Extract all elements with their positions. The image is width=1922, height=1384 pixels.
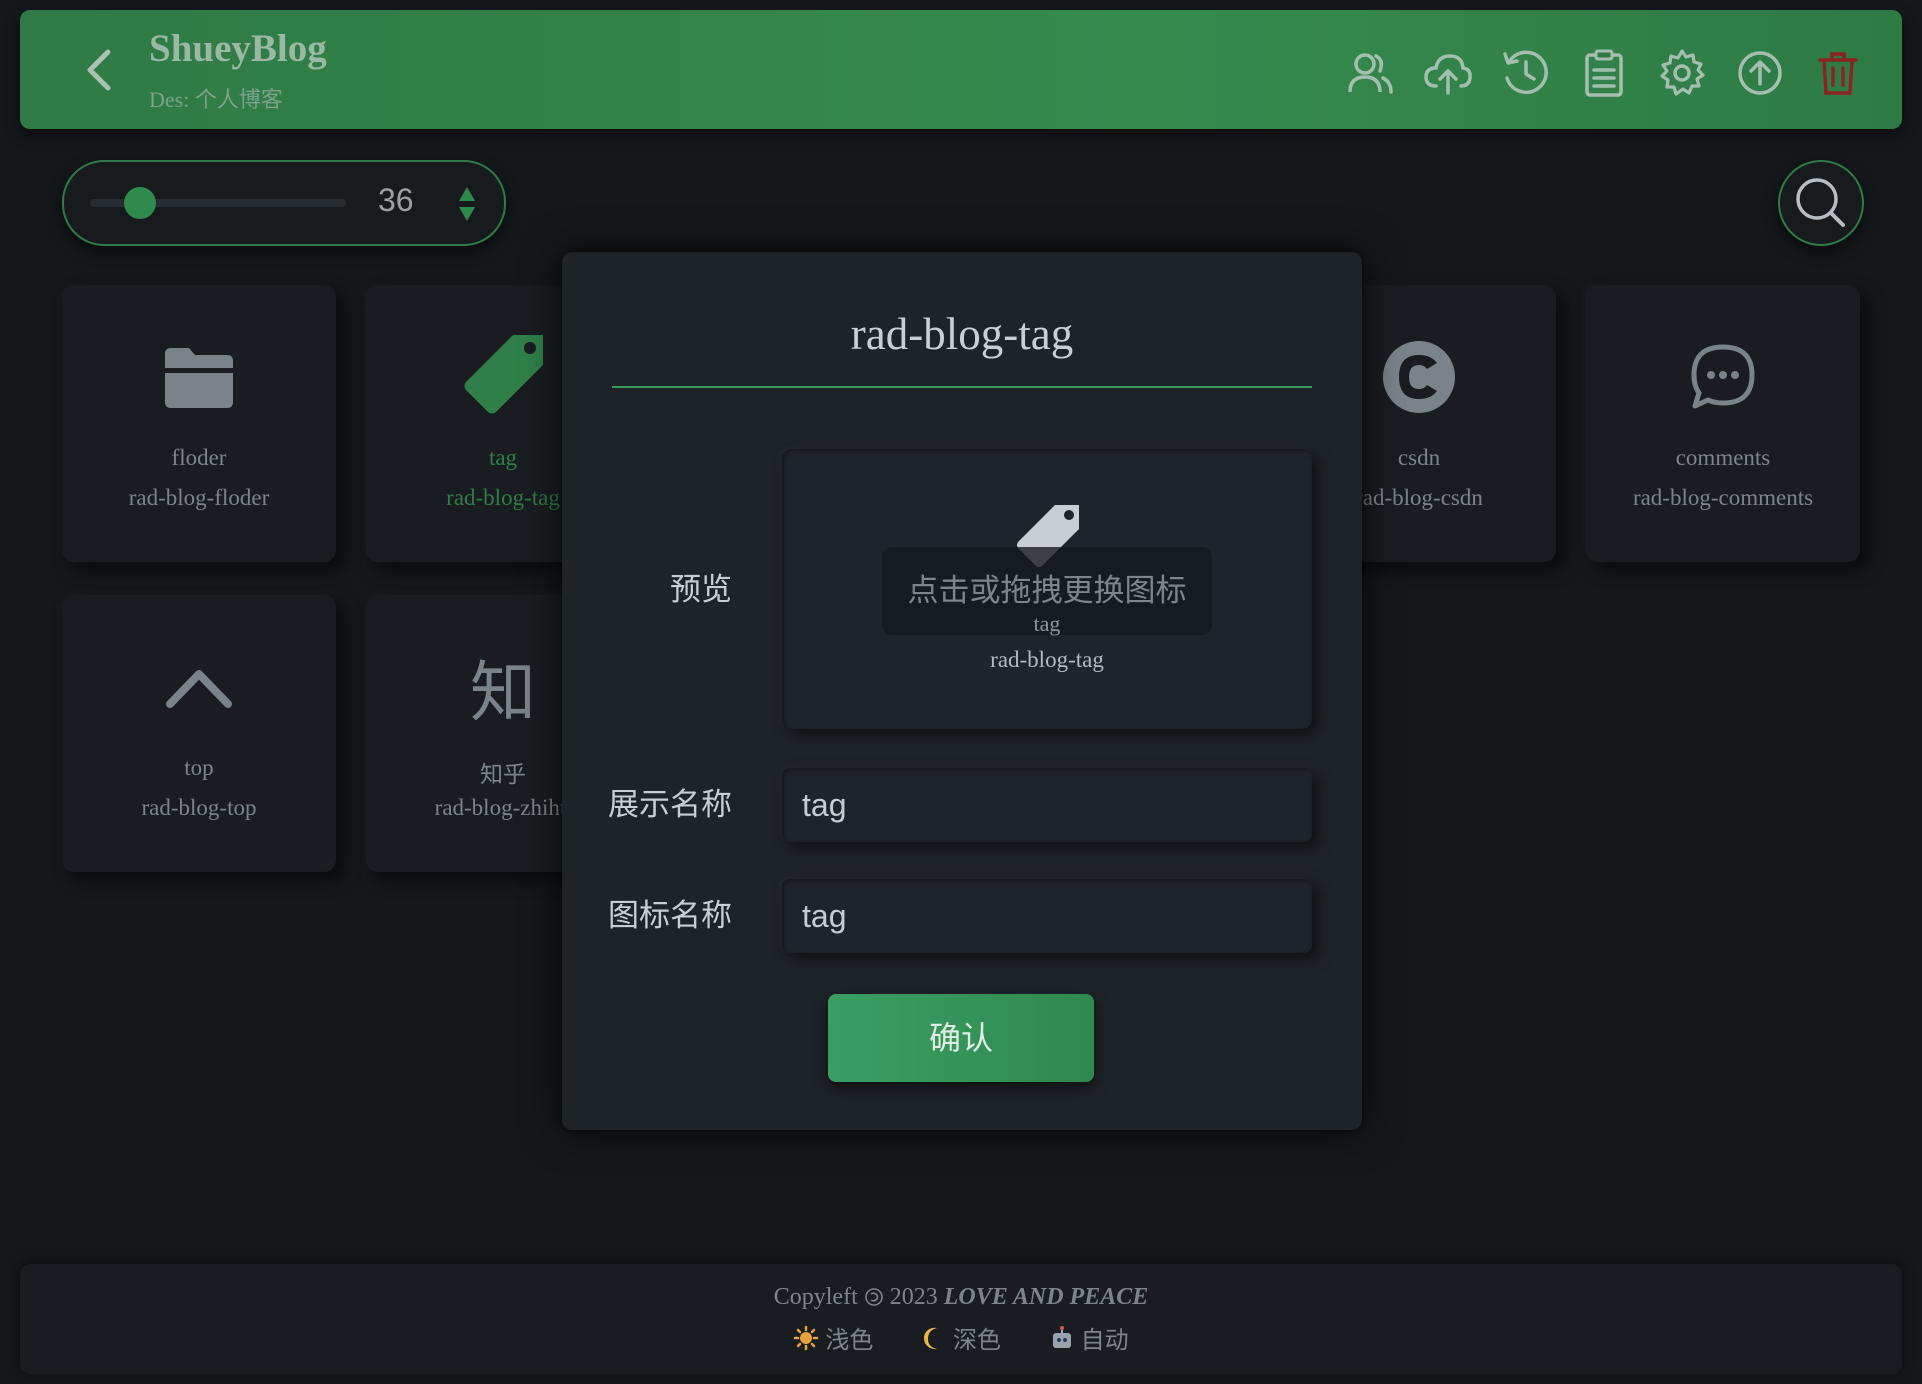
moon-icon	[924, 1327, 937, 1350]
search-icon	[1796, 178, 1845, 227]
icon-card-top[interactable]: top rad-blog-top	[62, 595, 336, 872]
theme-light-option[interactable]: 浅色	[793, 1325, 881, 1354]
top-bar: ShueyBlog Des: 个人博客	[20, 10, 1902, 129]
display-name-input[interactable]: tag	[782, 768, 1312, 842]
history-icon[interactable]	[1501, 48, 1551, 98]
upload-circle-icon[interactable]	[1735, 48, 1785, 98]
icon-size-value[interactable]: 36	[378, 182, 414, 219]
display-name-label: 展示名称	[608, 787, 732, 823]
icon-preview-dropzone[interactable]: 点击或拖拽更换图标 tag rad-blog-tag	[782, 449, 1312, 729]
blog-title: ShueyBlog	[149, 27, 327, 70]
cloud-upload-icon[interactable]	[1423, 48, 1473, 98]
trash-icon[interactable]	[1813, 48, 1863, 98]
card-name: floder	[171, 445, 227, 470]
icon-card-floder[interactable]: floder rad-blog-floder	[62, 285, 336, 562]
preview-icon-name: rad-blog-tag	[990, 647, 1104, 672]
theme-dark-label: 深色	[953, 1326, 1001, 1354]
folder-icon	[165, 348, 233, 408]
icon-name-label: 图标名称	[608, 898, 732, 934]
theme-switcher: 浅色 深色 自动	[20, 1320, 1902, 1355]
motto: LOVE AND PEACE	[943, 1284, 1149, 1310]
title-divider	[612, 386, 1312, 388]
sun-icon	[794, 1325, 819, 1351]
icon-card-comments[interactable]: comments rad-blog-comments	[1586, 285, 1860, 562]
copyright: Copyleft 2023 LOVE AND PEACE	[20, 1284, 1902, 1311]
copyleft-icon	[864, 1288, 883, 1306]
search-button[interactable]	[1778, 160, 1864, 246]
csdn-icon	[1383, 341, 1455, 413]
comments-icon	[1691, 344, 1755, 409]
card-icon-name: rad-blog-top	[141, 795, 257, 820]
card-icon-name: rad-blog-floder	[128, 485, 270, 510]
clipboard-icon[interactable]	[1579, 48, 1629, 98]
back-icon[interactable]	[70, 40, 130, 100]
chevron-up-icon	[166, 670, 232, 708]
icon-size-slider-thumb[interactable]	[123, 187, 156, 219]
size-stepper-icon[interactable]	[456, 184, 478, 224]
edit-icon-dialog: rad-blog-tag 预览 点击或拖拽更换图标 tag rad-blog-t…	[562, 252, 1362, 1130]
theme-auto-label: 自动	[1080, 1326, 1129, 1354]
copyleft-text: Copyleft	[773, 1284, 864, 1310]
card-icon-name: rad-blog-comments	[1632, 485, 1814, 510]
blog-description: Des: 个人博客	[149, 87, 283, 112]
dialog-title: rad-blog-tag	[850, 309, 1074, 359]
preview-label: 预览	[670, 572, 732, 608]
users-icon[interactable]	[1345, 48, 1395, 98]
gear-icon[interactable]	[1657, 48, 1707, 98]
copyright-year: 2023	[883, 1284, 944, 1310]
preview-name: tag	[1033, 611, 1061, 636]
theme-dark-option[interactable]: 深色	[921, 1326, 1009, 1354]
card-name: comments	[1675, 445, 1771, 470]
theme-light-label: 浅色	[825, 1326, 874, 1354]
card-name: top	[184, 755, 214, 780]
theme-auto-option[interactable]: 自动	[1049, 1326, 1129, 1354]
confirm-button[interactable]: 确认	[828, 994, 1094, 1082]
icon-size-control: 36	[62, 160, 506, 246]
zhihu-icon: 知	[470, 654, 536, 731]
icon-name-input[interactable]: tag	[782, 879, 1312, 953]
tag-icon	[464, 335, 543, 414]
footer: Copyleft 2023 LOVE AND PEACE 浅色 深色 自动	[20, 1264, 1902, 1374]
robot-icon	[1052, 1326, 1071, 1348]
